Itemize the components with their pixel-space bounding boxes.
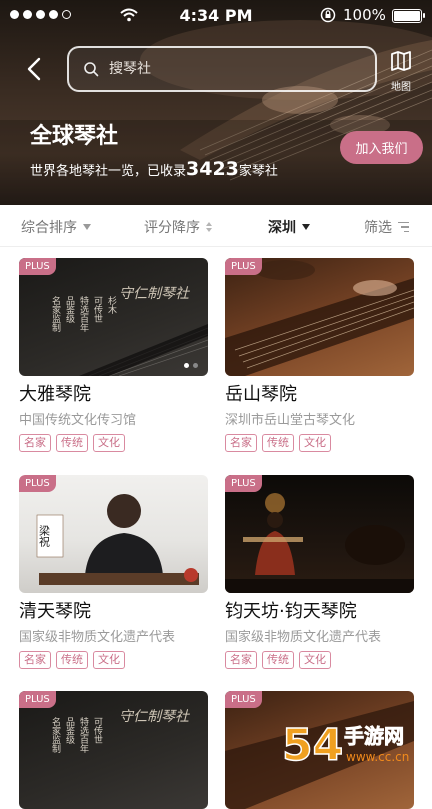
- hero-banner: 4:34 PM 100% 地图 全球琴社 加入我们 世界各地琴社一览，已收录34…: [0, 0, 432, 205]
- caret-down-icon: [83, 224, 91, 230]
- ad-col-1: 名家监制: [50, 295, 61, 332]
- watermark-domain: www.cc.cn: [346, 750, 409, 764]
- club-name: 清天琴院: [19, 601, 91, 622]
- ad-col-3: 特选百年: [78, 295, 89, 333]
- ad-col-4: 可传世: [92, 296, 103, 323]
- city-dropdown[interactable]: 深圳: [268, 217, 310, 237]
- guqin-ad-image: 名家监制 品鉴级 特选百年 可传世 杉木 守仁制琴社: [50, 286, 208, 376]
- rating-label: 评分降序: [144, 220, 200, 236]
- map-icon: [391, 51, 411, 71]
- tag: 传统: [262, 651, 294, 669]
- plus-badge: PLUS: [225, 475, 262, 492]
- search-input[interactable]: [109, 61, 349, 77]
- chevron-left-icon: [27, 57, 41, 81]
- club-image: PLUS: [225, 258, 414, 376]
- sort-label: 综合排序: [21, 220, 77, 236]
- club-image: 名家监制 品鉴级 特选百年 可传世 杉木 守仁制琴社 PLUS: [19, 258, 208, 376]
- club-tags: 名家 传统 文化: [225, 434, 414, 452]
- plus-badge: PLUS: [225, 691, 262, 708]
- map-button[interactable]: 地图: [386, 50, 416, 94]
- tag: 文化: [93, 434, 125, 452]
- ad-col-3: 特选百年: [78, 716, 89, 754]
- performer-photo: 梁祝: [36, 494, 199, 585]
- join-us-button[interactable]: 加入我们: [340, 131, 423, 164]
- tag: 名家: [19, 434, 51, 452]
- rating-sort[interactable]: 评分降序: [144, 217, 212, 237]
- ad-title: 守仁制琴社: [119, 286, 190, 302]
- club-name: 钧天坊·钧天琴院: [225, 601, 357, 622]
- club-count: 3423: [186, 158, 239, 180]
- sort-arrows-icon: [206, 222, 212, 232]
- battery-percent: 100%: [343, 6, 386, 24]
- plus-badge: PLUS: [225, 258, 262, 275]
- battery-icon: [392, 9, 425, 23]
- tag: 传统: [262, 434, 294, 452]
- ad-col-5: 杉木: [106, 295, 117, 315]
- back-button[interactable]: [20, 54, 48, 84]
- status-bar: 4:34 PM 100%: [0, 0, 432, 32]
- map-label: 地图: [391, 82, 411, 93]
- search-box[interactable]: [67, 46, 377, 92]
- ad-col-4: 可传世: [92, 717, 103, 744]
- subtitle-suffix: 家琴社: [238, 164, 278, 179]
- ad-col-1: 名家监制: [50, 716, 61, 753]
- page-title: 全球琴社: [30, 124, 119, 149]
- ad-title: 守仁制琴社: [119, 709, 190, 725]
- plus-badge: PLUS: [19, 258, 56, 275]
- club-description: 国家级非物质文化遗产代表: [19, 630, 176, 645]
- tag: 传统: [56, 434, 88, 452]
- image-pager: [184, 363, 198, 368]
- page-subtitle: 世界各地琴社一览，已收录3423家琴社: [30, 158, 278, 180]
- sort-dropdown[interactable]: 综合排序: [21, 217, 91, 237]
- tag: 名家: [19, 651, 51, 669]
- tag: 传统: [56, 651, 88, 669]
- club-card[interactable]: 名家监制 品鉴级 特选百年 可传世 守仁制琴社 PLUS: [19, 691, 208, 809]
- club-tags: 名家 传统 文化: [19, 651, 208, 669]
- club-image: 梁祝 PLUS: [19, 475, 208, 593]
- club-image: PLUS: [225, 475, 414, 593]
- tag: 名家: [225, 651, 257, 669]
- site-watermark-logo: 54 手游网 www.cc.cn: [282, 719, 409, 768]
- plus-badge: PLUS: [19, 691, 56, 708]
- subtitle-prefix: 世界各地琴社一览，已收录: [30, 164, 187, 179]
- club-name: 大雅琴院: [19, 384, 91, 405]
- banner-text: 梁祝: [38, 524, 51, 548]
- club-card[interactable]: PLUS 岳山琴院 深圳市岳山堂古琴文化 名家 传统 文化: [225, 258, 414, 452]
- guqin-photo: [225, 260, 414, 376]
- club-image: 名家监制 品鉴级 特选百年 可传世 守仁制琴社 PLUS: [19, 691, 208, 809]
- club-description: 深圳市岳山堂古琴文化: [225, 413, 356, 428]
- caret-down-icon: [302, 224, 310, 230]
- filter-button[interactable]: 筛选: [364, 217, 409, 237]
- club-card[interactable]: 名家监制 品鉴级 特选百年 可传世 杉木 守仁制琴社 PLUS 大雅琴院 中国传…: [19, 258, 208, 452]
- club-name: 岳山琴院: [225, 384, 297, 405]
- ad-col-2: 品鉴级: [64, 717, 75, 745]
- tag: 名家: [225, 434, 257, 452]
- guqin-ad-image: 名家监制 品鉴级 特选百年 可传世 守仁制琴社: [50, 709, 190, 754]
- tag: 文化: [299, 434, 331, 452]
- club-card[interactable]: PLUS 钧天坊·钧天琴院 国家级非物质文化遗产代表 名家 传统 文化: [225, 475, 414, 669]
- ad-col-2: 品鉴级: [64, 296, 75, 324]
- filter-bar: 综合排序 评分降序 深圳 筛选: [0, 205, 432, 247]
- watermark-site: 手游网: [344, 724, 404, 748]
- club-description: 中国传统文化传习馆: [19, 413, 137, 428]
- tag: 文化: [93, 651, 125, 669]
- club-tags: 名家 传统 文化: [225, 651, 414, 669]
- club-tags: 名家 传统 文化: [19, 434, 208, 452]
- rotation-lock-icon: [320, 7, 336, 23]
- club-description: 国家级非物质文化遗产代表: [225, 630, 382, 645]
- plus-badge: PLUS: [19, 475, 56, 492]
- stage-performance-photo: [225, 493, 414, 593]
- filter-icon: [398, 221, 409, 233]
- search-icon: [84, 62, 99, 77]
- watermark-number: 54: [282, 720, 343, 768]
- club-card[interactable]: 梁祝 PLUS 清天琴院 国家级非物质文化遗产代表 名家 传统 文化: [19, 475, 208, 669]
- filter-label: 筛选: [364, 220, 392, 236]
- city-label: 深圳: [268, 220, 296, 236]
- tag: 文化: [299, 651, 331, 669]
